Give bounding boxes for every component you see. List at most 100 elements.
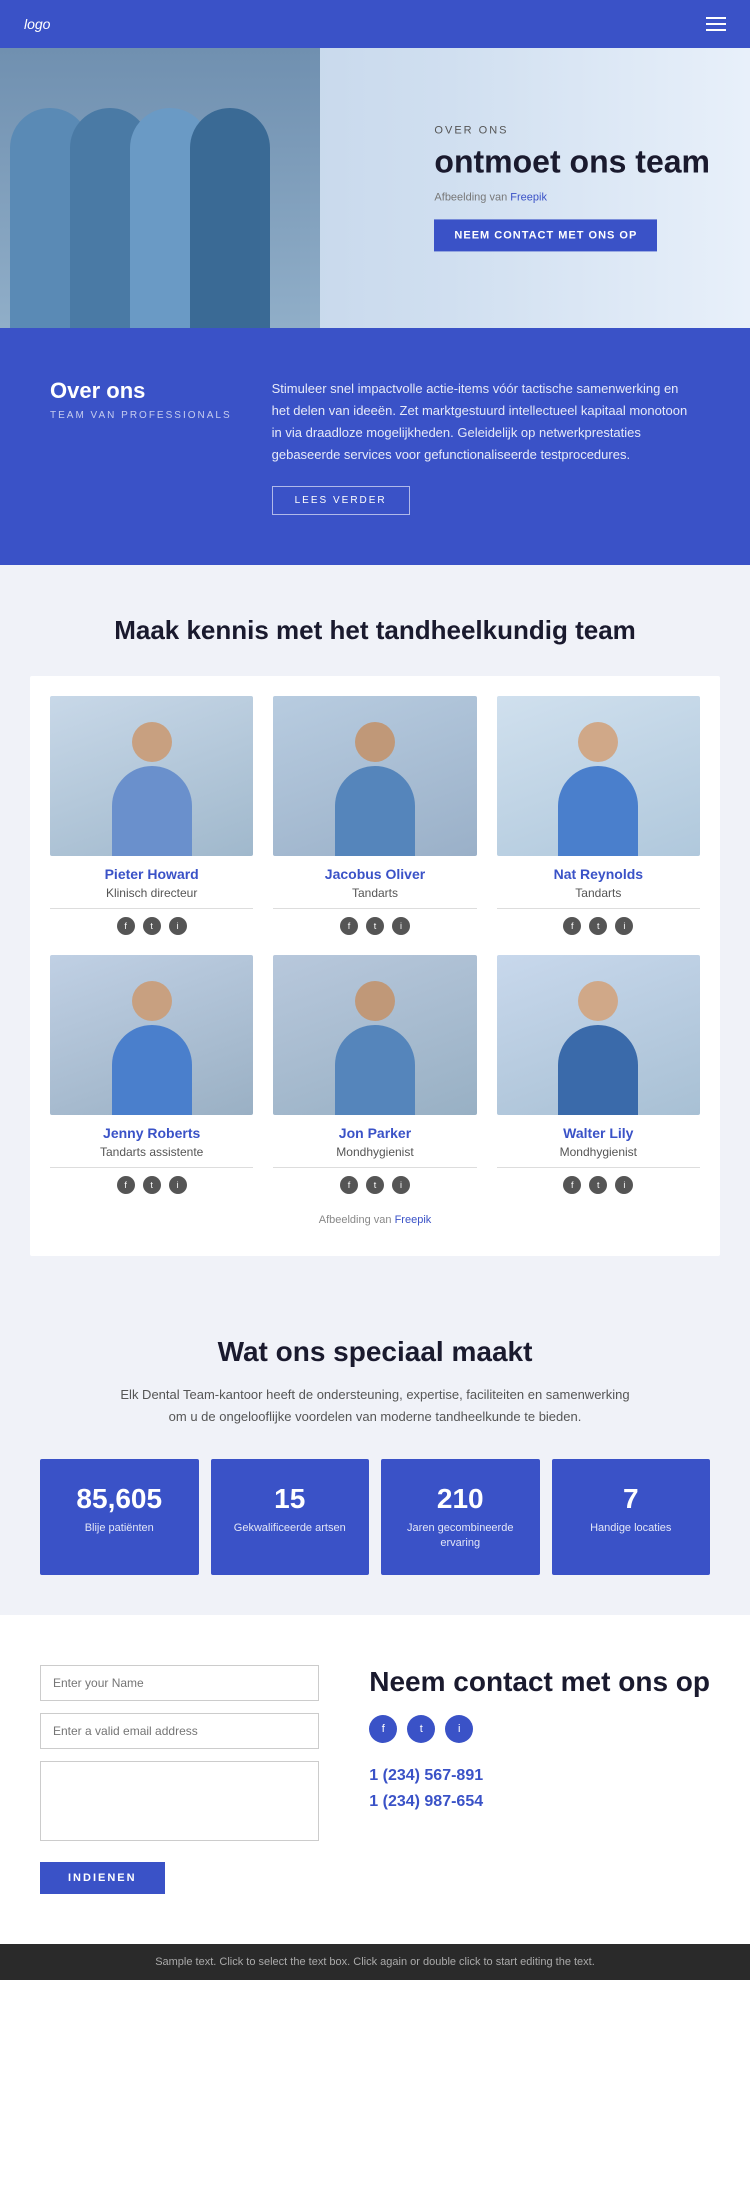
facebook-icon-3[interactable]: f [563,917,581,935]
person-body-2 [335,766,415,856]
team-grid-bottom: Jenny Roberts Tandarts assistente f t i [50,955,700,1194]
team-heading: Maak kennis met het tandheelkundig team [30,615,720,646]
team-name-5: Jon Parker [273,1125,476,1141]
hero-contact-button[interactable]: NEEM CONTACT MET ONS OP [434,220,657,252]
about-section: Over ons TEAM VAN PROFESSIONALS Stimulee… [0,328,750,565]
team-photo-1 [50,696,253,856]
instagram-icon-3[interactable]: i [615,917,633,935]
person-body-6 [558,1025,638,1115]
contact-info-title: Neem contact met ons op [369,1665,710,1699]
team-photo-5 [273,955,476,1115]
person-shape-6 [553,981,643,1115]
hamburger-line-1 [706,17,726,19]
team-role-2: Tandarts [273,886,476,900]
team-photo-4 [50,955,253,1115]
instagram-icon-2[interactable]: i [392,917,410,935]
twitter-icon-1[interactable]: t [143,917,161,935]
stat-label-4: Handige locaties [564,1521,699,1536]
contact-email-input[interactable] [40,1713,319,1749]
team-social-4: f t i [50,1176,253,1194]
about-right: Stimuleer snel impactvolle actie-items v… [272,378,700,515]
team-name-1: Pieter Howard [50,866,253,882]
stat-card-1: 85,605 Blije patiënten [40,1459,199,1576]
person-head-5 [355,981,395,1021]
twitter-icon-4[interactable]: t [143,1176,161,1194]
contact-section: INDIENEN Neem contact met ons op f t i 1… [0,1615,750,1944]
stat-number-2: 15 [223,1483,358,1515]
twitter-icon-6[interactable]: t [589,1176,607,1194]
twitter-icon-3[interactable]: t [589,917,607,935]
contact-phone-1[interactable]: 1 (234) 567-891 [369,1767,710,1785]
doctors-silhouette [0,48,320,328]
team-role-1: Klinisch directeur [50,886,253,900]
twitter-icon-2[interactable]: t [366,917,384,935]
person-head-6 [578,981,618,1021]
contact-info: Neem contact met ons op f t i 1 (234) 56… [369,1665,710,1819]
instagram-icon-1[interactable]: i [169,917,187,935]
team-social-1: f t i [50,917,253,935]
twitter-icon-5[interactable]: t [366,1176,384,1194]
team-role-4: Tandarts assistente [50,1145,253,1159]
stat-card-3: 210 Jaren gecombineerde ervaring [381,1459,540,1576]
team-name-3: Nat Reynolds [497,866,700,882]
stats-grid: 85,605 Blije patiënten 15 Gekwalificeerd… [40,1459,710,1576]
about-text: Stimuleer snel impactvolle actie-items v… [272,378,700,466]
team-divider-5 [273,1167,476,1168]
facebook-icon-2[interactable]: f [340,917,358,935]
team-section: Maak kennis met het tandheelkundig team … [0,565,750,1286]
hamburger-menu[interactable] [706,17,726,31]
special-text: Elk Dental Team-kantoor heeft de onderst… [115,1384,635,1428]
stat-number-1: 85,605 [52,1483,187,1515]
hero-title: ontmoet ons team [434,144,710,179]
special-heading: Wat ons speciaal maakt [40,1336,710,1368]
about-left: Over ons TEAM VAN PROFESSIONALS [50,378,232,421]
instagram-icon-4[interactable]: i [169,1176,187,1194]
person-body-1 [112,766,192,856]
contact-message-textarea[interactable] [40,1761,319,1841]
contact-name-input[interactable] [40,1665,319,1701]
contact-twitter-icon[interactable]: t [407,1715,435,1743]
team-social-6: f t i [497,1176,700,1194]
contact-phone-2[interactable]: 1 (234) 987-654 [369,1793,710,1811]
team-name-4: Jenny Roberts [50,1125,253,1141]
site-header: logo [0,0,750,48]
hero-caption: Afbeelding van Freepik [434,192,710,204]
footer-text: Sample text. Click to select the text bo… [20,1956,730,1968]
person-head-1 [132,722,172,762]
stat-card-4: 7 Handige locaties [552,1459,711,1576]
special-section: Wat ons speciaal maakt Elk Dental Team-k… [0,1286,750,1615]
facebook-icon-4[interactable]: f [117,1176,135,1194]
site-footer: Sample text. Click to select the text bo… [0,1944,750,1980]
team-credit-link[interactable]: Freepik [395,1214,432,1226]
contact-form: INDIENEN [40,1665,319,1894]
hamburger-line-3 [706,29,726,31]
team-card-wrapper: Pieter Howard Klinisch directeur f t i [30,676,720,1256]
facebook-icon-6[interactable]: f [563,1176,581,1194]
person-head-4 [132,981,172,1021]
instagram-icon-6[interactable]: i [615,1176,633,1194]
team-photo-3 [497,696,700,856]
team-divider-6 [497,1167,700,1168]
stat-label-2: Gekwalificeerde artsen [223,1521,358,1536]
team-card-2: Jacobus Oliver Tandarts f t i [273,696,476,935]
contact-submit-button[interactable]: INDIENEN [40,1862,165,1894]
facebook-icon-1[interactable]: f [117,917,135,935]
about-title: Over ons [50,378,232,404]
team-divider-4 [50,1167,253,1168]
person-head-2 [355,722,395,762]
instagram-icon-5[interactable]: i [392,1176,410,1194]
person-shape-4 [107,981,197,1115]
person-head-3 [578,722,618,762]
logo: logo [24,16,50,32]
hamburger-line-2 [706,23,726,25]
team-divider-1 [50,908,253,909]
team-card-5: Jon Parker Mondhygienist f t i [273,955,476,1194]
about-read-more-button[interactable]: LEES VERDER [272,486,410,515]
facebook-icon-5[interactable]: f [340,1176,358,1194]
contact-instagram-icon[interactable]: i [445,1715,473,1743]
person-body-5 [335,1025,415,1115]
hero-caption-link[interactable]: Freepik [510,192,547,204]
doctor-figure-4 [190,108,270,328]
contact-facebook-icon[interactable]: f [369,1715,397,1743]
team-name-6: Walter Lily [497,1125,700,1141]
